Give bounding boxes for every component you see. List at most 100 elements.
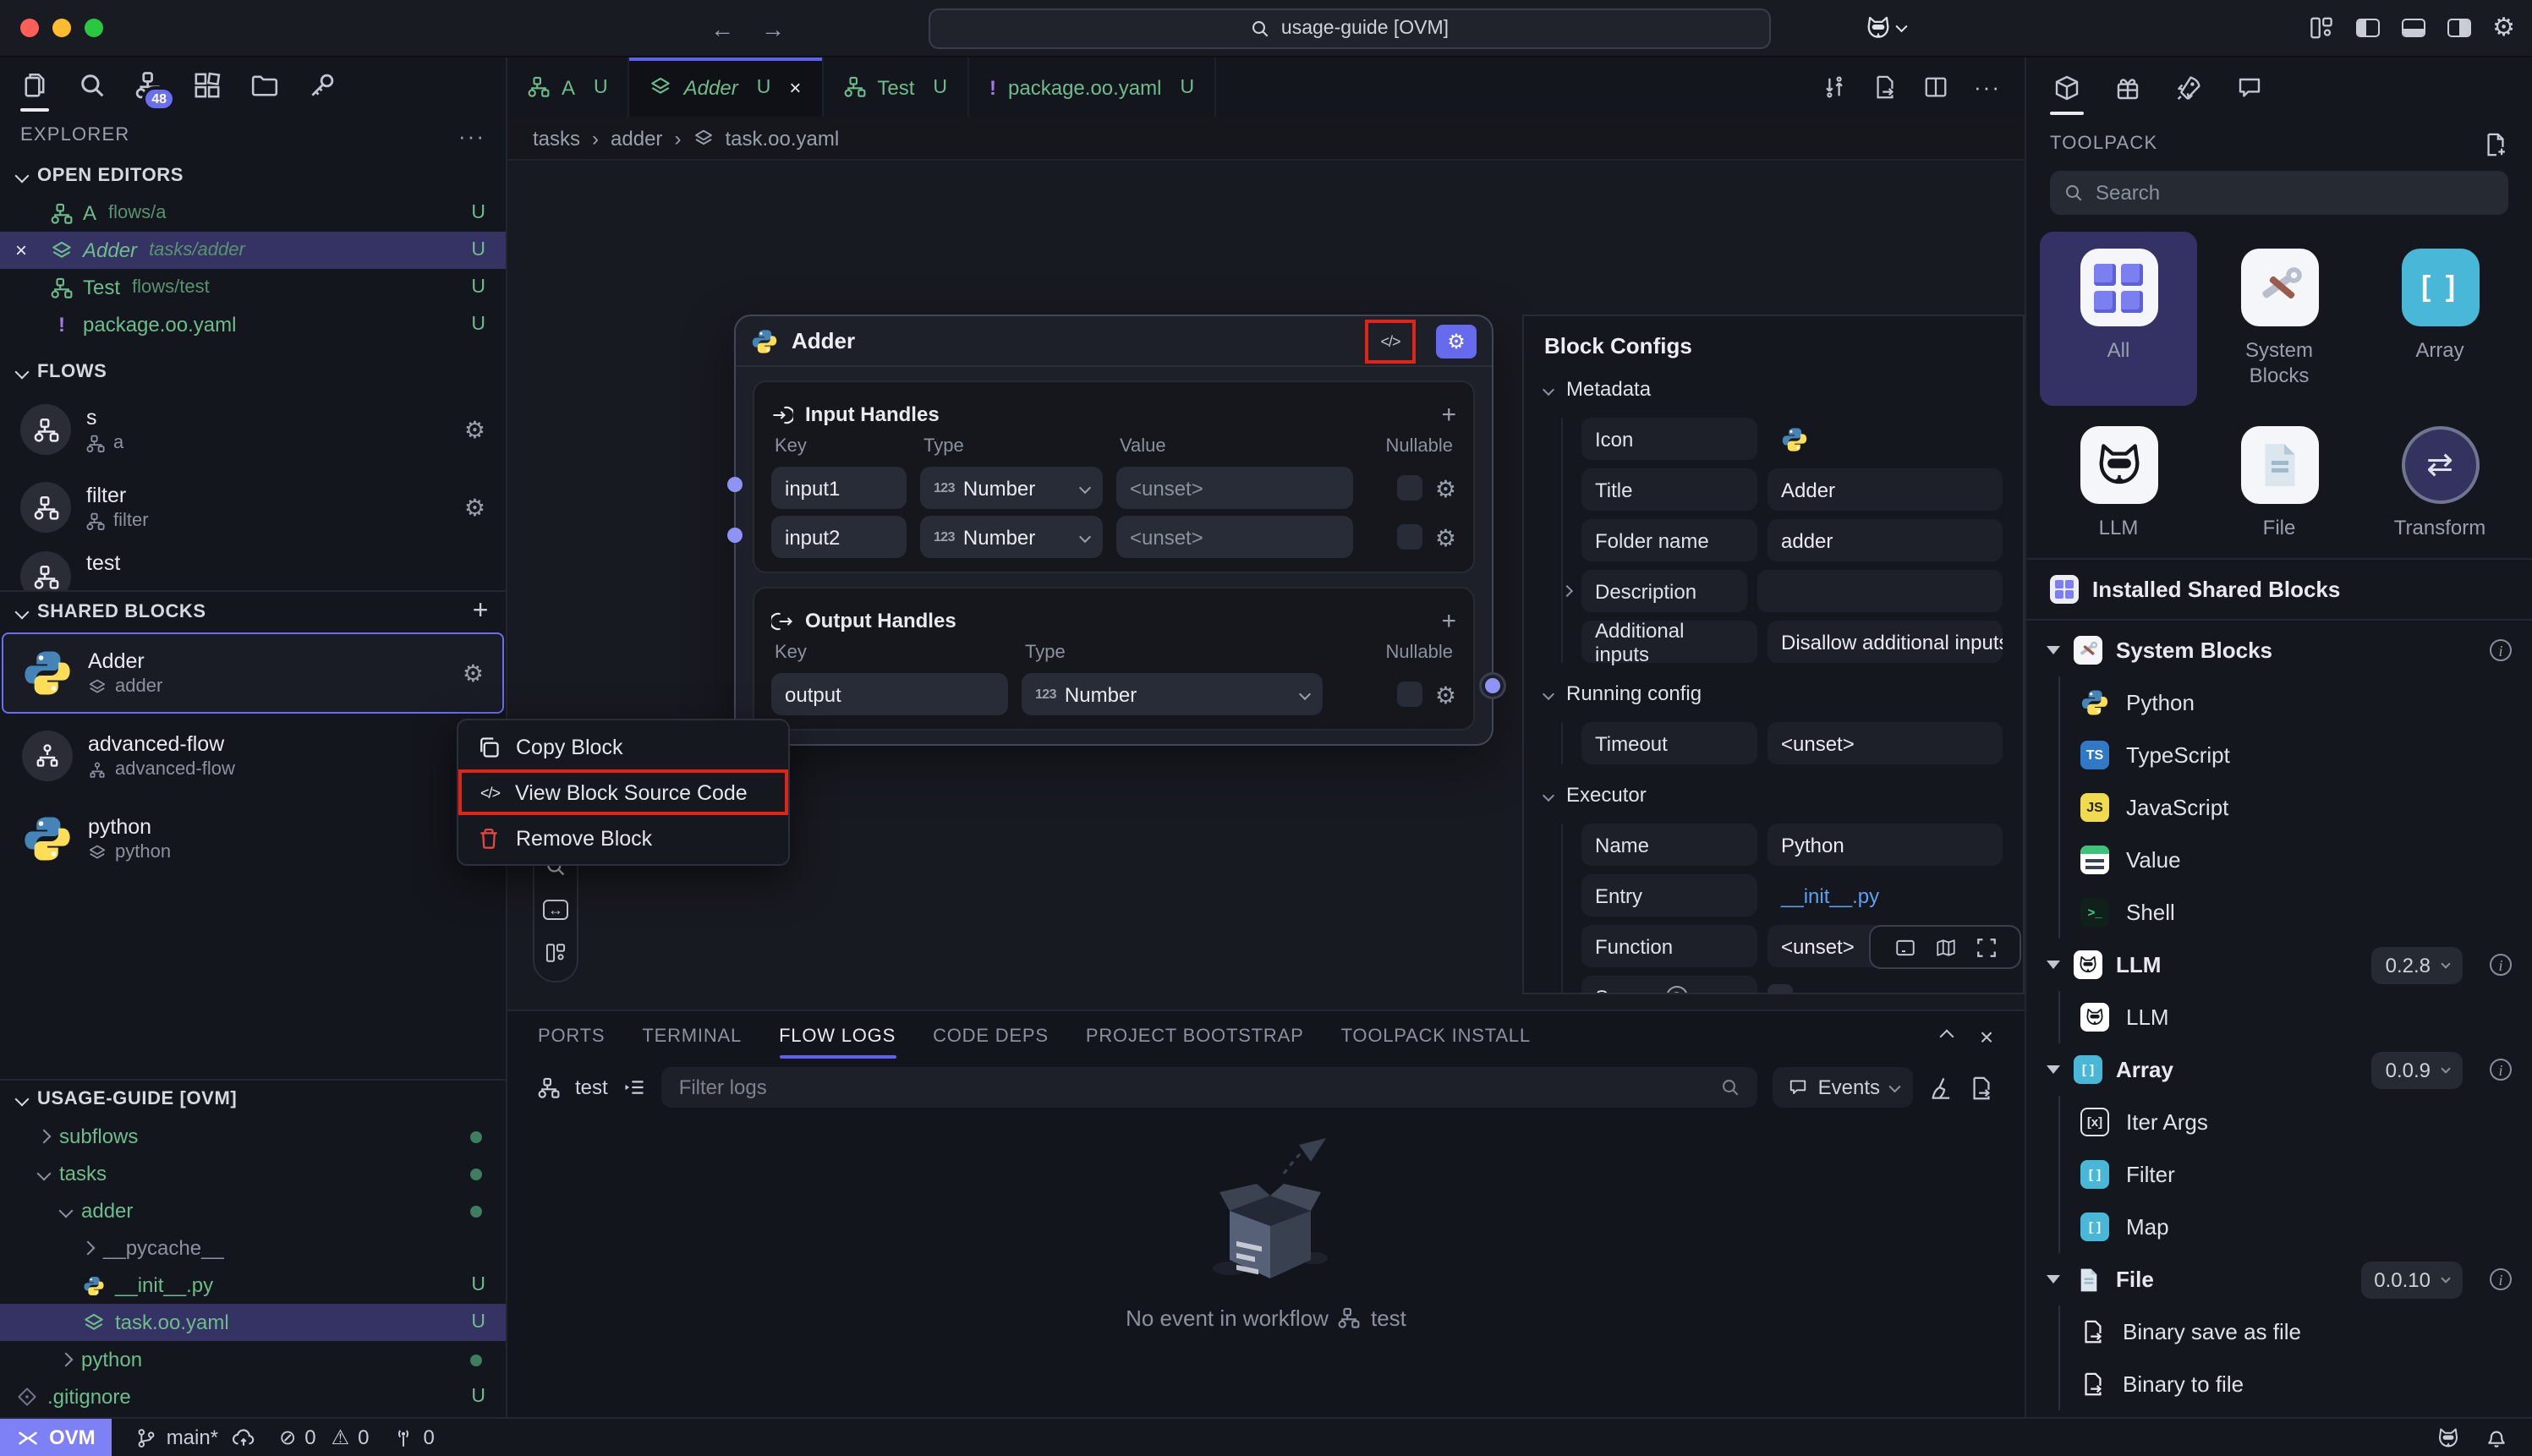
- shared-blocks-header[interactable]: SHARED BLOCKS +: [0, 590, 506, 631]
- log-flow-name[interactable]: test: [575, 1076, 608, 1099]
- assistant-menu[interactable]: [1864, 14, 1905, 42]
- more-actions-icon[interactable]: ···: [1974, 74, 2001, 100]
- block-item-shell[interactable]: >_Shell: [2060, 886, 2532, 939]
- key-input[interactable]: input1: [771, 467, 907, 509]
- type-select[interactable]: 123Number: [920, 467, 1103, 509]
- block-settings-gear-icon[interactable]: ⚙: [463, 661, 484, 685]
- block-item-filter[interactable]: [ ]Filter: [2060, 1148, 2532, 1201]
- open-editor-item[interactable]: Test flows/test U: [0, 269, 506, 306]
- metadata-section-header[interactable]: Metadata: [1544, 369, 2003, 409]
- type-select[interactable]: 123Number: [1022, 673, 1323, 715]
- tree-item-adder[interactable]: adder: [0, 1192, 506, 1229]
- tab-code-deps[interactable]: CODE DEPS: [933, 1011, 1049, 1062]
- extensions-view-icon[interactable]: [193, 57, 222, 113]
- tab-test[interactable]: Test U: [823, 57, 969, 117]
- additional-inputs-field-value[interactable]: Disallow additional inputs: [1767, 621, 2003, 663]
- key-input[interactable]: output: [771, 673, 1008, 715]
- tree-item-tasks[interactable]: tasks: [0, 1155, 506, 1192]
- add-output-handle-icon[interactable]: +: [1441, 606, 1456, 635]
- close-tab-icon[interactable]: ×: [789, 75, 801, 99]
- secrets-view-icon[interactable]: [308, 57, 337, 113]
- handle-settings-gear-icon[interactable]: ⚙: [1435, 525, 1456, 549]
- description-field-value[interactable]: [1757, 570, 2003, 612]
- tree-item-init-py[interactable]: __init__.py U: [0, 1267, 506, 1304]
- flow-list-item[interactable]: s a ⚙: [0, 391, 506, 468]
- tree-item-gitignore[interactable]: .gitignore U: [0, 1378, 506, 1415]
- block-item-typescript[interactable]: TSTypeScript: [2060, 729, 2532, 781]
- info-icon[interactable]: i: [2490, 954, 2512, 976]
- git-branch-indicator[interactable]: main*: [136, 1426, 255, 1449]
- close-editor-icon[interactable]: ×: [15, 238, 27, 262]
- customize-layout-icon[interactable]: [2308, 15, 2333, 41]
- explorer-more-icon[interactable]: ···: [458, 123, 485, 148]
- tab-adder-active[interactable]: Adder U ×: [630, 57, 824, 117]
- packages-tab-icon[interactable]: [2114, 57, 2141, 117]
- block-item-llm[interactable]: LLM: [2060, 991, 2532, 1043]
- input2-port[interactable]: [727, 528, 743, 543]
- info-icon[interactable]: i: [2490, 1059, 2512, 1081]
- fullscreen-icon[interactable]: [1975, 936, 1997, 958]
- file-version-select[interactable]: 0.0.10: [2360, 1261, 2463, 1298]
- tab-flow-logs[interactable]: FLOW LOGS: [779, 1011, 896, 1062]
- block-item-iter-args[interactable]: [x]Iter Args: [2060, 1096, 2532, 1148]
- breadcrumb-tasks[interactable]: tasks: [533, 126, 580, 150]
- copy-block-menu-item[interactable]: Copy Block: [458, 724, 788, 769]
- compare-changes-icon[interactable]: [1822, 74, 1847, 100]
- split-editor-icon[interactable]: [1923, 74, 1948, 100]
- tab-a[interactable]: A U: [507, 57, 630, 117]
- node-header[interactable]: Adder </> ⚙: [736, 316, 1492, 367]
- category-file[interactable]: File: [2200, 409, 2358, 558]
- settings-gear-icon[interactable]: ⚙: [2492, 15, 2515, 41]
- nullable-checkbox[interactable]: [1398, 524, 1423, 550]
- flow-list-item[interactable]: test: [0, 546, 506, 590]
- nullable-checkbox[interactable]: [1398, 475, 1423, 501]
- timeout-field-value[interactable]: <unset>: [1767, 722, 2003, 764]
- title-field-value[interactable]: Adder: [1767, 468, 2003, 511]
- add-shared-block-icon[interactable]: +: [473, 596, 489, 627]
- new-toolpack-icon[interactable]: [2483, 131, 2508, 156]
- tree-item-python[interactable]: python: [0, 1341, 506, 1378]
- tab-package-yaml[interactable]: ! package.oo.yaml U: [969, 57, 1216, 117]
- tree-item-subflows[interactable]: subflows: [0, 1118, 506, 1155]
- open-editors-header[interactable]: OPEN EDITORS: [0, 157, 506, 194]
- adder-block-node[interactable]: Adder </> ⚙ Input Handles + K: [734, 315, 1493, 746]
- running-config-section-header[interactable]: Running config: [1544, 673, 2003, 714]
- key-input[interactable]: input2: [771, 516, 907, 558]
- nav-forward-icon[interactable]: →: [761, 14, 785, 41]
- block-item-binary-to-file[interactable]: Binary to file: [2060, 1358, 2532, 1410]
- spawn-help-icon[interactable]: ?: [1665, 986, 1687, 994]
- add-input-handle-icon[interactable]: +: [1441, 400, 1456, 429]
- auto-layout-icon[interactable]: [545, 942, 567, 964]
- ports-indicator[interactable]: 0: [392, 1426, 434, 1449]
- filter-logs-input[interactable]: Filter logs: [662, 1067, 1757, 1108]
- toggle-right-panel-icon[interactable]: [2447, 19, 2470, 37]
- remote-indicator[interactable]: OVM: [0, 1419, 112, 1456]
- open-file-icon[interactable]: [1872, 74, 1898, 100]
- breadcrumb-file[interactable]: task.oo.yaml: [725, 126, 839, 150]
- search-view-icon[interactable]: [78, 57, 107, 113]
- close-window-button[interactable]: [20, 19, 39, 37]
- toggle-left-panel-icon[interactable]: [2355, 19, 2379, 37]
- fit-view-icon[interactable]: ↔: [543, 900, 568, 920]
- open-editor-item[interactable]: A flows/a U: [0, 194, 506, 232]
- flows-header[interactable]: FLOWS: [0, 353, 506, 391]
- category-transform[interactable]: ⇄ Transform: [2361, 409, 2518, 558]
- output-port[interactable]: [1485, 678, 1500, 693]
- icon-field-value[interactable]: [1767, 425, 1808, 452]
- executor-section-header[interactable]: Executor: [1544, 775, 2003, 815]
- toolpack-search-input[interactable]: Search: [2050, 171, 2508, 215]
- group-array[interactable]: [ ] Array 0.0.9 i: [2026, 1043, 2532, 1096]
- executor-name-value[interactable]: Python: [1767, 824, 2003, 866]
- remove-block-menu-item[interactable]: Remove Block: [458, 815, 788, 861]
- category-array[interactable]: [ ] Array: [2361, 232, 2518, 406]
- block-item-value[interactable]: Value: [2060, 834, 2532, 886]
- events-filter-select[interactable]: Events: [1773, 1067, 1913, 1108]
- tab-ports[interactable]: PORTS: [538, 1011, 605, 1062]
- info-icon[interactable]: i: [2490, 1268, 2512, 1290]
- flows-view-icon[interactable]: 48: [135, 57, 164, 113]
- toggle-bottom-panel-icon[interactable]: [2401, 19, 2425, 37]
- description-expand-icon[interactable]: [1561, 585, 1573, 597]
- category-all[interactable]: All: [2040, 232, 2197, 406]
- feedback-tab-icon[interactable]: [2236, 57, 2263, 117]
- nav-back-icon[interactable]: ←: [710, 14, 734, 41]
